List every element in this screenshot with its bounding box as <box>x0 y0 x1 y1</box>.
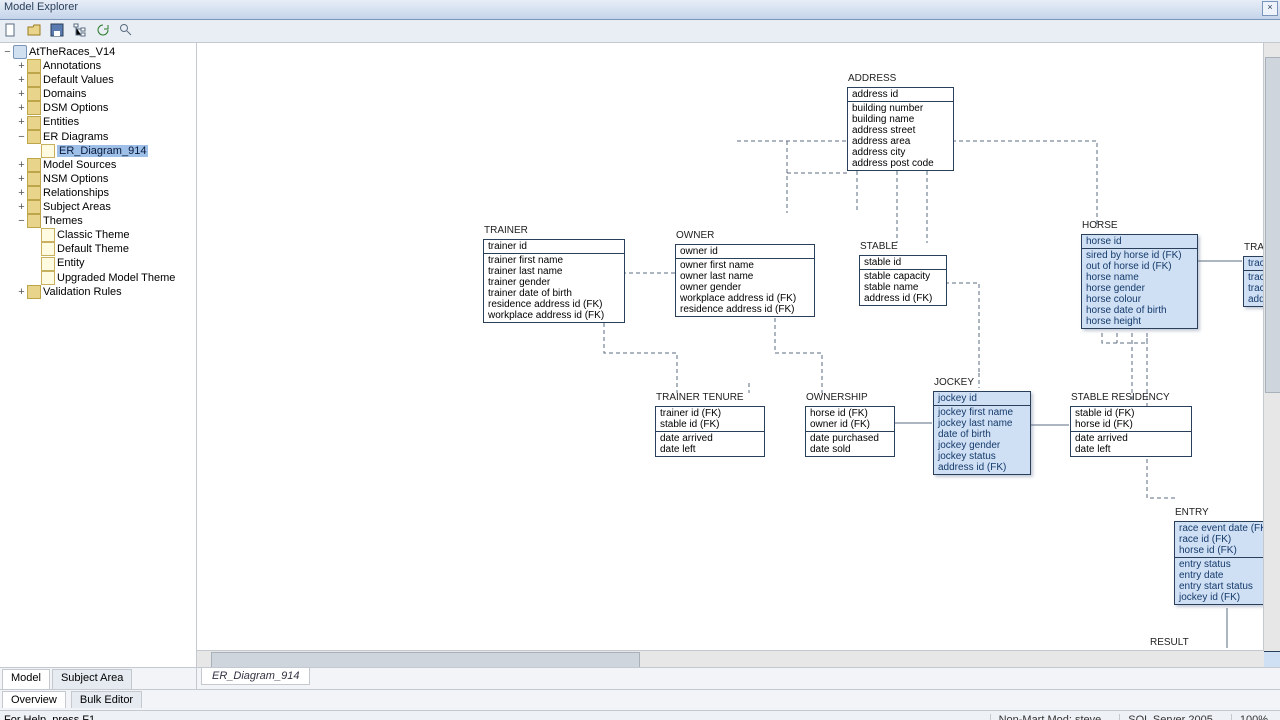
scrollbar-thumb[interactable] <box>1265 57 1280 393</box>
toolbar <box>0 20 1280 43</box>
entity-columns: date arriveddate left <box>1071 432 1191 456</box>
entity-trainertenure[interactable]: TRAINER TENUREtrainer id (FK)stable id (… <box>655 406 765 457</box>
tab-subject-area[interactable]: Subject Area <box>52 669 132 689</box>
horizontal-scrollbar[interactable] <box>197 650 1264 667</box>
tab-overview[interactable]: Overview <box>2 691 66 708</box>
entity-title: JOCKEY <box>934 377 974 388</box>
tab-er-diagram[interactable]: ER_Diagram_914 <box>201 668 310 685</box>
entity-address[interactable]: ADDRESSaddress idbuilding numberbuilding… <box>847 87 954 171</box>
panel-titlebar: Model Explorer × <box>0 0 1280 20</box>
tab-bulk-editor[interactable]: Bulk Editor <box>71 691 142 708</box>
toolbar-new-icon[interactable] <box>3 22 21 40</box>
entity-stable[interactable]: STABLEstable idstable capacitystable nam… <box>859 255 947 306</box>
entity-pk: trainer id (FK)stable id (FK) <box>656 407 764 432</box>
entity-title: OWNER <box>676 230 714 241</box>
entity-title: OWNERSHIP <box>806 392 868 403</box>
model-explorer-tree[interactable]: −AtTheRaces_V14 +Annotations+Default Val… <box>0 43 197 667</box>
tree-item[interactable]: Entity <box>2 256 194 270</box>
entity-title: STABLE <box>860 241 898 252</box>
entity-title: TRAINER <box>484 225 528 236</box>
entity-trainer[interactable]: TRAINERtrainer idtrainer first nametrain… <box>483 239 625 323</box>
tab-model[interactable]: Model <box>2 669 50 689</box>
entity-title: ADDRESS <box>848 73 896 84</box>
entity-pk: address id <box>848 88 953 102</box>
entity-pk: horse id <box>1082 235 1197 249</box>
tree-root[interactable]: −AtTheRaces_V14 <box>2 45 194 59</box>
entity-pk: stable id <box>860 256 946 270</box>
entity-stableresidency[interactable]: STABLE RESIDENCYstable id (FK)horse id (… <box>1070 406 1192 457</box>
entity-ownership[interactable]: OWNERSHIPhorse id (FK)owner id (FK)date … <box>805 406 895 457</box>
close-icon[interactable]: × <box>1262 1 1278 16</box>
relationship-lines <box>197 43 1280 667</box>
entity-columns: date purchaseddate sold <box>806 432 894 456</box>
tree-item[interactable]: +Model Sources <box>2 158 194 172</box>
tree-item[interactable]: +Entities <box>2 115 194 129</box>
entity-pk: trainer id <box>484 240 624 254</box>
tree-item[interactable]: +NSM Options <box>2 172 194 186</box>
toolbar-tree-icon[interactable] <box>72 22 90 40</box>
scrollbar-thumb[interactable] <box>211 652 640 667</box>
entity-title: STABLE RESIDENCY <box>1071 392 1170 403</box>
tree-item[interactable]: +Annotations <box>2 59 194 73</box>
tree-item[interactable]: +Domains <box>2 87 194 101</box>
tree-root-label: AtTheRaces_V14 <box>29 46 115 58</box>
entity-columns: trainer first nametrainer last nametrain… <box>484 254 624 322</box>
tree-item[interactable]: −ER Diagrams <box>2 130 194 144</box>
sidebar-secondary-tabs: Overview Bulk Editor <box>0 689 1280 710</box>
entity-columns: stable capacitystable nameaddress id (FK… <box>860 270 946 305</box>
tree-item[interactable]: +Default Values <box>2 73 194 87</box>
tree-item[interactable]: Default Theme <box>2 242 194 256</box>
entity-title: RESULT <box>1150 637 1189 648</box>
toolbar-refresh-icon[interactable] <box>95 22 113 40</box>
entity-title: TRAINER TENURE <box>656 392 744 403</box>
tree-item[interactable]: +Validation Rules <box>2 285 194 299</box>
tree-item[interactable]: Upgraded Model Theme <box>2 271 194 285</box>
status-help-text: For Help, press F1 <box>4 714 95 720</box>
diagram-tabs: ER_Diagram_914 <box>197 668 1280 689</box>
entity-pk: owner id <box>676 245 814 259</box>
entity-pk: jockey id <box>934 392 1030 406</box>
tree-item[interactable]: +Subject Areas <box>2 200 194 214</box>
entity-pk: horse id (FK)owner id (FK) <box>806 407 894 432</box>
entity-jockey[interactable]: JOCKEYjockey idjockey first namejockey l… <box>933 391 1031 475</box>
tree-item[interactable]: −Themes <box>2 214 194 228</box>
diagram-canvas[interactable]: ADDRESS address idbuilding numberbuilding… <box>197 43 1280 667</box>
entity-pk: stable id (FK)horse id (FK) <box>1071 407 1191 432</box>
tree-item[interactable]: ER_Diagram_914 <box>2 144 194 158</box>
entity-columns: owner first nameowner last nameowner gen… <box>676 259 814 316</box>
entity-columns: jockey first namejockey last namedate of… <box>934 406 1030 474</box>
status-mode: Non-Mart Mod: steve <box>990 714 1110 720</box>
panel-title: Model Explorer <box>4 1 78 13</box>
tree-item[interactable]: +DSM Options <box>2 101 194 115</box>
toolbar-find-icon[interactable] <box>118 22 136 40</box>
status-server: SQL Server 2005 <box>1119 714 1221 720</box>
tree-item[interactable]: Classic Theme <box>2 228 194 242</box>
entity-title: HORSE <box>1082 220 1118 231</box>
status-zoom[interactable]: 100% <box>1231 714 1276 720</box>
toolbar-save-icon[interactable] <box>49 22 67 40</box>
tree-item[interactable]: +Relationships <box>2 186 194 200</box>
entity-columns: date arriveddate left <box>656 432 764 456</box>
vertical-scrollbar[interactable] <box>1263 43 1280 651</box>
entity-owner[interactable]: OWNERowner idowner first nameowner last … <box>675 244 815 317</box>
entity-columns: sired by horse id (FK)out of horse id (F… <box>1082 249 1197 328</box>
status-bar: For Help, press F1 Non-Mart Mod: steve S… <box>0 710 1280 720</box>
entity-horse[interactable]: HORSEhorse idsired by horse id (FK)out o… <box>1081 234 1198 329</box>
entity-title: ENTRY <box>1175 507 1209 518</box>
entity-columns: building numberbuilding nameaddress stre… <box>848 102 953 170</box>
toolbar-open-icon[interactable] <box>26 22 44 40</box>
sidebar-tabs: Model Subject Area <box>0 668 197 689</box>
